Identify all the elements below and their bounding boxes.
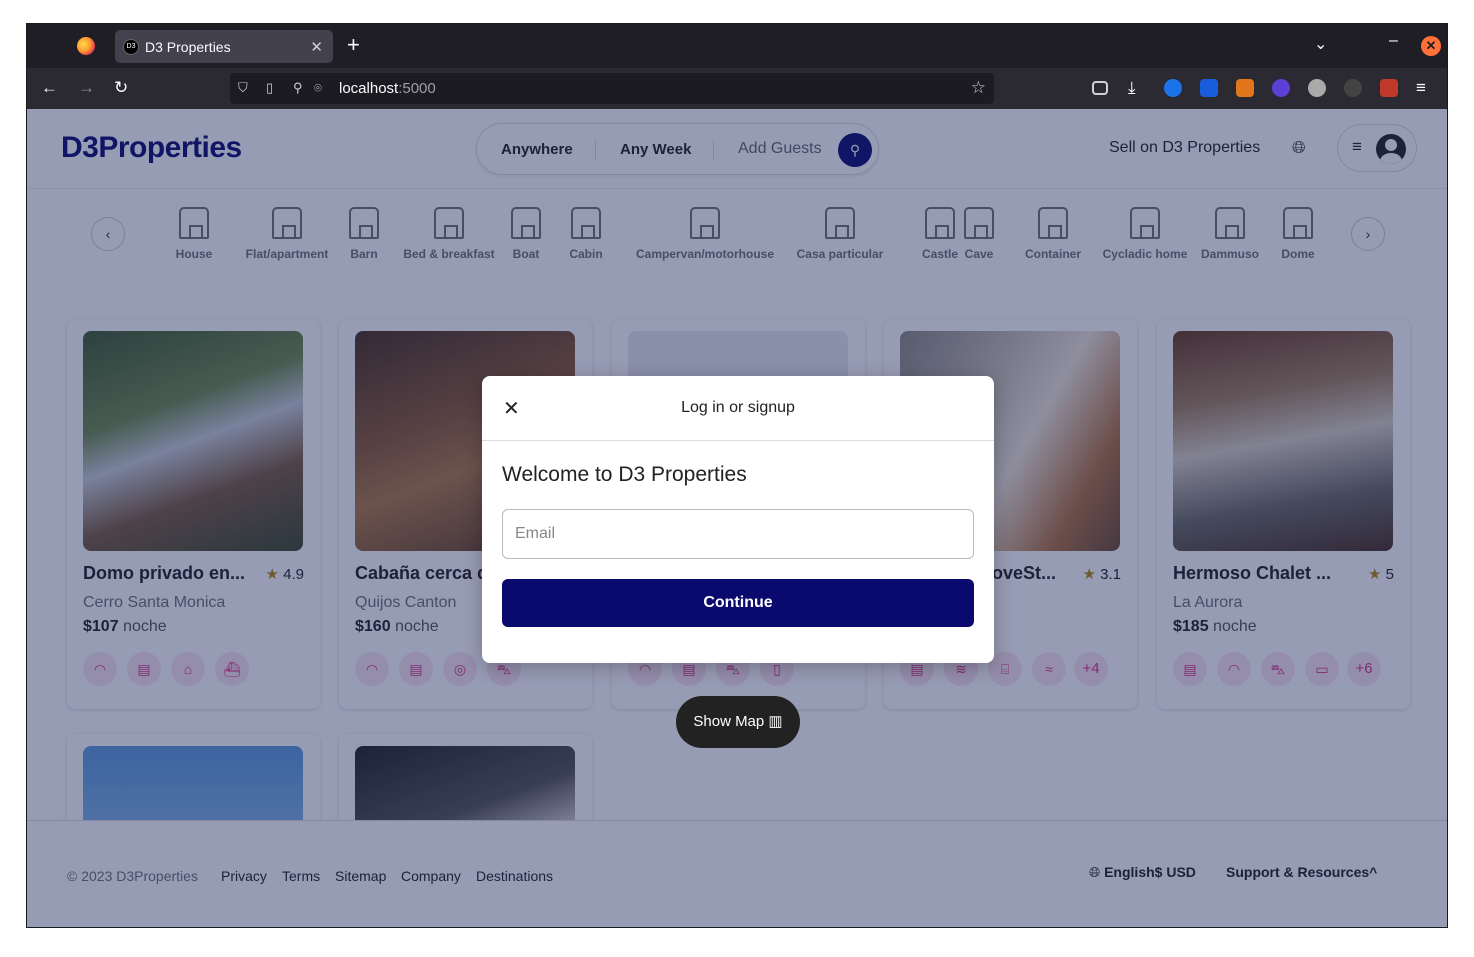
metamask-icon[interactable]	[1236, 79, 1254, 97]
url-host: localhost	[339, 80, 399, 97]
close-icon[interactable]: ✕	[503, 396, 520, 421]
url-text[interactable]: localhost:5000	[339, 80, 436, 97]
shield-icon[interactable]: ⛉	[238, 80, 248, 96]
nav-bar: ← → ↻ ⛉ ▯ ⚲ ⌾ localhost:5000 ☆ ⤓ ≡	[27, 68, 1447, 109]
tab-bar: D3 D3 Properties ✕ + ⌄ – ✕	[27, 24, 1447, 68]
extension-gray-icon[interactable]	[1308, 79, 1326, 97]
extension-purple-icon[interactable]	[1272, 79, 1290, 97]
url-port: :5000	[398, 80, 436, 97]
bitwarden-icon[interactable]	[1200, 79, 1218, 97]
tab-title: D3 Properties	[145, 38, 231, 55]
extension-dark-icon[interactable]	[1344, 79, 1362, 97]
show-map-label: Show Map	[693, 713, 765, 730]
browser-window: D3 D3 Properties ✕ + ⌄ – ✕ ← → ↻ ⛉ ▯ ⚲ ⌾…	[26, 23, 1448, 928]
bookmark-star-icon[interactable]: ☆	[971, 78, 986, 98]
list-tabs-icon[interactable]: ⌄	[1314, 34, 1327, 54]
modal-welcome: Welcome to D3 Properties	[502, 463, 747, 486]
modal-header: Log in or signup ✕	[482, 376, 994, 441]
login-modal: Log in or signup ✕ Welcome to D3 Propert…	[482, 376, 994, 663]
back-icon[interactable]: ←	[41, 78, 58, 98]
map-icon: ▥	[768, 713, 783, 730]
tab-favicon: D3	[123, 38, 139, 55]
show-map-button[interactable]: Show Map ▥	[676, 696, 800, 748]
page-icon[interactable]: ▯	[266, 80, 273, 96]
email-field[interactable]	[502, 509, 974, 559]
url-bar[interactable]: ⛉ ▯ ⚲ ⌾ localhost:5000 ☆	[230, 73, 994, 104]
pocket-icon[interactable]	[1092, 81, 1108, 95]
continue-button[interactable]: Continue	[502, 579, 974, 627]
new-tab-icon[interactable]: +	[347, 32, 360, 58]
downloads-icon[interactable]: ⤓	[1128, 78, 1136, 98]
modal-title: Log in or signup	[681, 399, 795, 416]
window-close-icon[interactable]: ✕	[1421, 36, 1441, 56]
firefox-icon[interactable]	[77, 37, 95, 55]
app-menu-icon[interactable]: ≡	[1416, 78, 1426, 98]
extension-red-icon[interactable]	[1380, 79, 1398, 97]
close-tab-icon[interactable]: ✕	[310, 38, 323, 56]
browser-tab[interactable]: D3 D3 Properties ✕	[115, 30, 333, 63]
reload-icon[interactable]: ↻	[114, 78, 128, 98]
permissions-icon[interactable]: ⚲	[293, 80, 303, 96]
minimize-icon[interactable]: –	[1389, 32, 1398, 50]
forward-icon[interactable]: →	[78, 78, 95, 98]
extension-blue-icon[interactable]	[1164, 79, 1182, 97]
location-icon[interactable]: ⌾	[314, 80, 322, 96]
